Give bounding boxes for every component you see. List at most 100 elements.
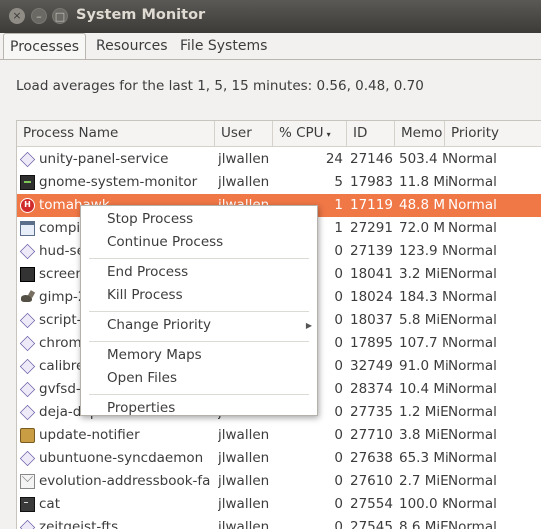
menu-open-files[interactable]: Open Files	[81, 367, 317, 390]
evolution-icon	[20, 474, 35, 489]
cell-priority: Normal	[448, 496, 497, 512]
cell-priority: Normal	[448, 197, 497, 213]
cell-id: 32749	[350, 358, 393, 374]
table-row[interactable]: cat jlwallen 0 27554 100.0 K Normal	[17, 493, 541, 516]
compiz-icon	[20, 221, 35, 236]
cell-id: 17895	[350, 335, 393, 351]
cell-memory: 11.8 Mi	[399, 174, 448, 190]
cell-name: zeitgeist-fts	[39, 519, 119, 529]
tab-bar: Processes Resources File Systems	[0, 33, 541, 60]
cell-priority: Normal	[448, 289, 497, 305]
cell-user: jlwallen	[218, 496, 270, 512]
minimize-icon[interactable]: –	[31, 8, 47, 24]
menu-kill-process[interactable]: Kill Process	[81, 284, 317, 307]
unity-panel-icon	[19, 151, 36, 168]
cell-id: 27545	[350, 519, 393, 529]
cell-id: 18041	[350, 266, 393, 282]
cell-memory: 5.8 MiE	[399, 312, 448, 328]
cell-id: 18037	[350, 312, 393, 328]
tab-processes[interactable]: Processes	[3, 33, 87, 60]
menu-separator	[89, 311, 309, 312]
cell-cpu: 0	[334, 519, 343, 529]
column-header-priority[interactable]: Priority	[445, 121, 541, 146]
cell-id: 28374	[350, 381, 393, 397]
column-label-user: User	[221, 125, 252, 141]
cell-name: gnome-system-monitor	[39, 174, 198, 190]
table-row[interactable]: ubuntuone-syncdaemon jlwallen 0 27638 65.3 M…	[17, 447, 541, 470]
sort-descending-icon: ▾	[326, 130, 331, 139]
tab-file-systems[interactable]: File Systems	[174, 33, 273, 59]
cell-priority: Normal	[448, 312, 497, 328]
cell-user: jlwallen	[218, 519, 270, 529]
ubuntuone-icon	[19, 450, 36, 467]
table-row[interactable]: update-notifier jlwallen 0 27710 3.8 MiE Norm…	[17, 424, 541, 447]
table-row[interactable]: evolution-addressbook-fa jlwallen 0 27610 2.…	[17, 470, 541, 493]
column-header-id[interactable]: ID	[347, 121, 395, 146]
menu-continue-process[interactable]: Continue Process	[81, 231, 317, 254]
cell-user: jlwallen	[218, 450, 270, 466]
table-row[interactable]: unity-panel-service jlwallen 24 27146 503.4 …	[17, 148, 541, 171]
cell-id: 18024	[350, 289, 393, 305]
column-label-process-name: Process Name	[23, 125, 119, 141]
menu-change-priority[interactable]: Change Priority ▶	[81, 314, 317, 337]
cell-id: 17983	[350, 174, 393, 190]
cell-id: 17119	[350, 197, 393, 213]
menu-stop-process[interactable]: Stop Process	[81, 208, 317, 231]
menu-end-process[interactable]: End Process	[81, 261, 317, 284]
cell-memory: 2.7 MiE	[399, 473, 448, 489]
cell-priority: Normal	[448, 450, 497, 466]
cell-id: 27710	[350, 427, 393, 443]
column-label-priority: Priority	[451, 125, 500, 141]
table-row[interactable]: zeitgeist-fts jlwallen 0 27545 8.6 MiE Normal	[17, 516, 541, 529]
terminal-icon	[20, 497, 35, 512]
menu-memory-maps[interactable]: Memory Maps	[81, 344, 317, 367]
system-monitor-icon	[20, 175, 35, 190]
cell-priority: Normal	[448, 220, 497, 236]
load-averages-label: Load averages for the last 1, 5, 15 minu…	[16, 78, 424, 94]
cell-memory: 107.7 M	[399, 335, 448, 351]
submenu-arrow-icon: ▶	[305, 321, 312, 330]
column-label-id: ID	[353, 125, 368, 141]
chromium-icon	[19, 335, 36, 352]
table-row[interactable]: gnome-system-monitor jlwallen 5 17983 11.8 M…	[17, 171, 541, 194]
cell-priority: Normal	[448, 358, 497, 374]
menu-separator	[89, 394, 309, 395]
title-bar: × – □ System Monitor	[0, 0, 541, 33]
cell-priority: Normal	[448, 266, 497, 282]
column-header-user[interactable]: User	[215, 121, 273, 146]
maximize-icon[interactable]: □	[52, 8, 68, 24]
cell-name: evolution-addressbook-fa	[39, 473, 211, 489]
cell-cpu: 24	[325, 151, 343, 167]
table-header: Process Name User % CPU ▾ ID Memo Priorit…	[17, 121, 541, 147]
cell-memory: 10.4 Mi	[399, 381, 448, 397]
cell-memory: 91.0 Mi	[399, 358, 448, 374]
column-header-memory[interactable]: Memo	[395, 121, 445, 146]
cell-id: 27291	[350, 220, 393, 236]
context-menu: Stop Process Continue Process End Proces…	[80, 205, 318, 416]
tab-divider	[0, 59, 541, 60]
cell-priority: Normal	[448, 335, 497, 351]
cell-memory: 48.8 M	[399, 197, 445, 213]
column-header-cpu[interactable]: % CPU ▾	[273, 121, 347, 146]
cell-id: 27610	[350, 473, 393, 489]
deja-dup-icon	[19, 404, 36, 421]
cell-priority: Normal	[448, 519, 497, 529]
cell-cpu: 0	[334, 473, 343, 489]
cell-name: update-notifier	[39, 427, 140, 443]
cell-cpu: 0	[334, 450, 343, 466]
window-title: System Monitor	[76, 7, 206, 23]
cell-id: 27638	[350, 450, 393, 466]
cell-memory: 1.2 MiE	[399, 404, 448, 420]
close-icon[interactable]: ×	[9, 8, 25, 24]
cell-cpu: 0	[334, 496, 343, 512]
tab-resources[interactable]: Resources	[90, 33, 174, 59]
cell-memory: 123.9 M	[399, 243, 448, 259]
column-header-process-name[interactable]: Process Name	[17, 121, 215, 146]
gimp-icon	[20, 290, 36, 305]
cell-id: 27735	[350, 404, 393, 420]
menu-separator	[89, 258, 309, 259]
cell-id: 27139	[350, 243, 393, 259]
cell-cpu: 5	[334, 174, 343, 190]
menu-properties[interactable]: Properties	[81, 397, 317, 420]
cell-priority: Normal	[448, 381, 497, 397]
